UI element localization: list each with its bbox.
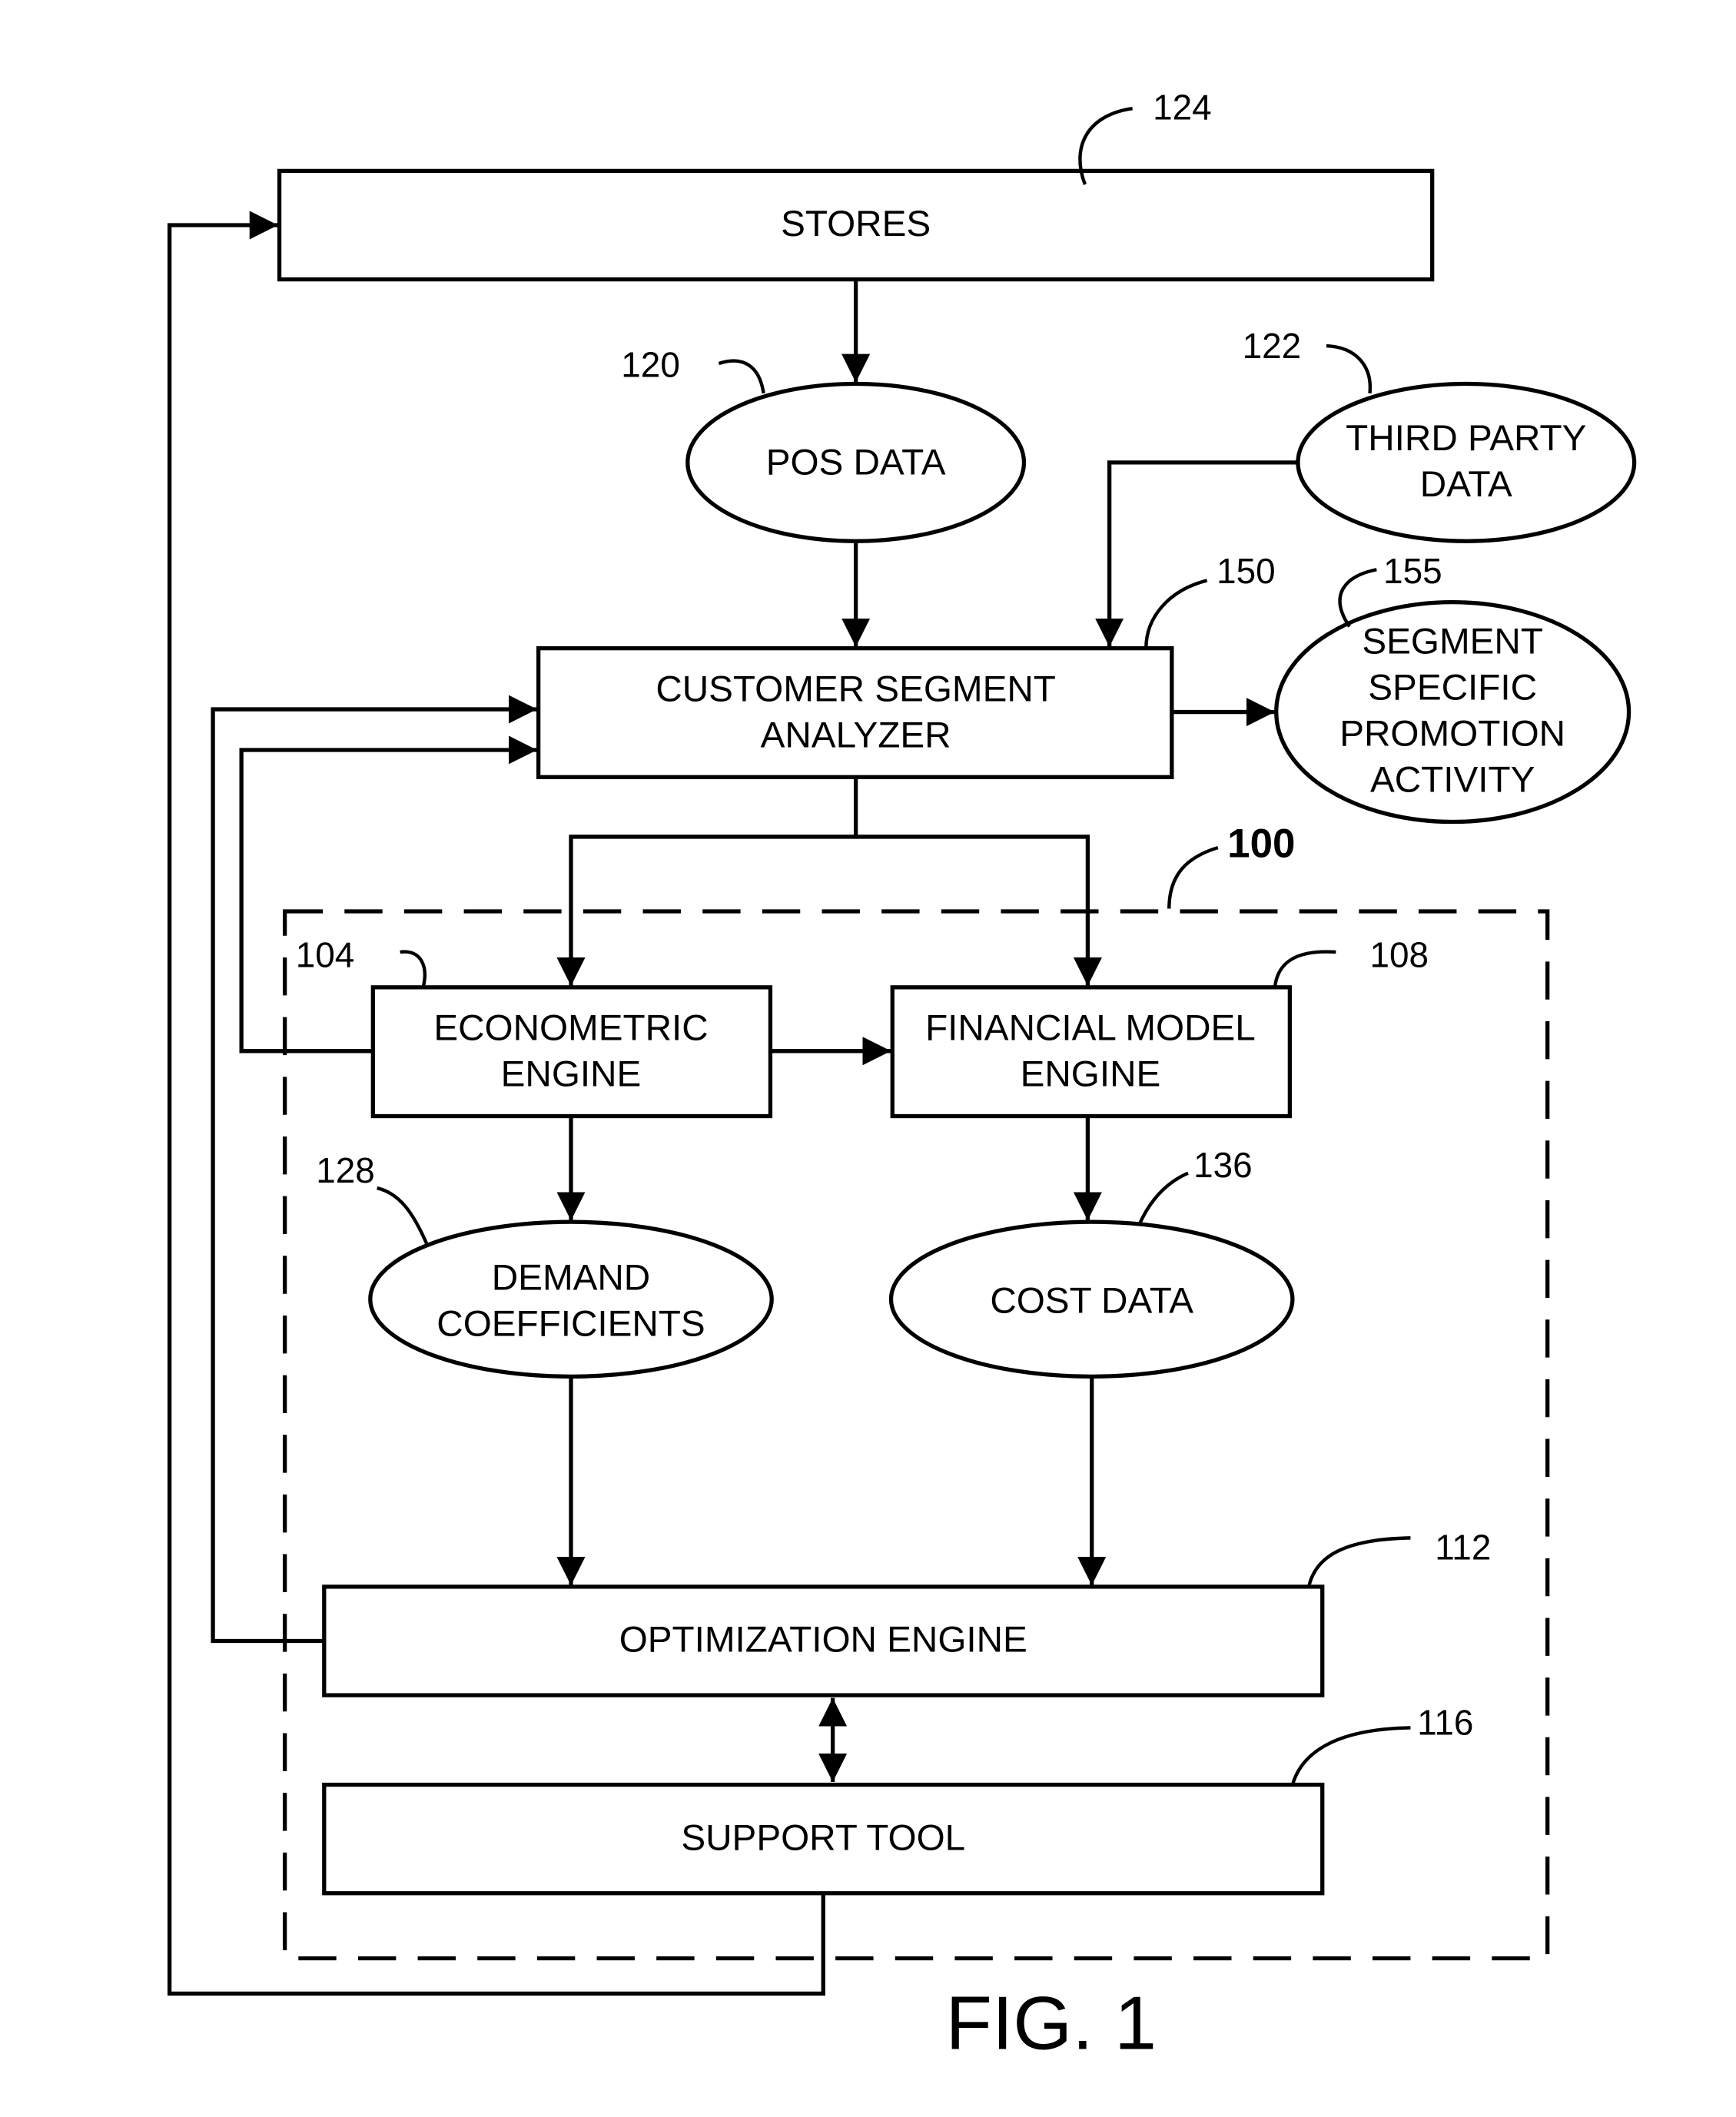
leader-136 [1137,1171,1189,1226]
node-customer-segment-analyzer[interactable]: CUSTOMER SEGMENT ANALYZER [536,645,1174,779]
leader-100 [1167,845,1219,909]
node-pos-data[interactable]: POS DATA [685,381,1027,543]
ref-155: 155 [1383,551,1442,591]
label-sspa-line4: ACTIVITY [1370,760,1535,801]
leader-128 [377,1186,429,1246]
label-support-tool: SUPPORT TOOL [681,1817,965,1858]
node-demand-coefficients[interactable]: DEMAND COEFFICIENTS [368,1219,774,1379]
edge-csa-to-econometric [556,777,858,987]
node-financial-model-engine[interactable]: FINANCIAL MODEL ENGINE [890,985,1293,1119]
label-sspa-line2: SPECIFIC [1368,668,1537,708]
label-financial-line1: FINANCIAL MODEL [925,1008,1256,1049]
ref-124: 124 [1153,87,1212,127]
leader-112 [1306,1536,1411,1588]
label-csa-line2: ANALYZER [761,715,951,755]
ref-100: 100 [1227,821,1295,866]
label-demand-line2: COEFFICIENTS [436,1303,705,1344]
label-csa-line1: CUSTOMER SEGMENT [656,669,1056,709]
leader-120 [718,359,765,394]
figure-caption: FIG. 1 [945,1981,1157,2066]
leader-104 [400,950,427,988]
ref-108: 108 [1369,934,1429,974]
ref-128: 128 [316,1150,375,1190]
label-third-party-line1: THIRD PARTY [1346,418,1586,459]
leader-108 [1273,950,1336,988]
label-econometric-line2: ENGINE [501,1054,642,1095]
node-support-tool[interactable]: SUPPORT TOOL [322,1782,1325,1896]
label-financial-line2: ENGINE [1021,1054,1161,1095]
flow-diagram: 100 STORES 124 POS DATA 120 THIRD PARTY … [167,87,1637,2066]
ref-122: 122 [1243,326,1302,366]
label-demand-line1: DEMAND [492,1257,650,1298]
ref-116: 116 [1417,1702,1473,1742]
ref-120: 120 [621,345,680,385]
node-third-party-data[interactable]: THIRD PARTY DATA [1296,381,1637,543]
label-stores: STORES [781,204,931,244]
label-optimization: OPTIMIZATION ENGINE [619,1620,1027,1661]
label-econometric-line1: ECONOMETRIC [433,1008,708,1049]
node-segment-specific-promotion-activity[interactable]: SEGMENT SPECIFIC PROMOTION ACTIVITY [1274,599,1631,825]
edge-optimization-to-csa [211,695,537,1644]
leader-150 [1144,579,1208,649]
label-sspa-line3: PROMOTION [1339,714,1565,755]
node-stores[interactable]: STORES [277,168,1435,282]
node-optimization-engine[interactable]: OPTIMIZATION ENGINE [322,1584,1325,1697]
leader-122 [1326,343,1373,394]
label-third-party-line2: DATA [1420,464,1512,505]
node-cost-data[interactable]: COST DATA [888,1219,1295,1379]
ref-112: 112 [1435,1528,1491,1568]
ref-104: 104 [296,934,355,974]
label-sspa-line1: SEGMENT [1362,622,1543,662]
leader-116 [1290,1726,1411,1786]
label-cost-data: COST DATA [990,1280,1193,1321]
ref-150: 150 [1217,551,1276,591]
ref-136: 136 [1193,1145,1253,1185]
label-pos-data: POS DATA [766,443,946,483]
node-econometric-engine[interactable]: ECONOMETRIC ENGINE [370,985,773,1119]
